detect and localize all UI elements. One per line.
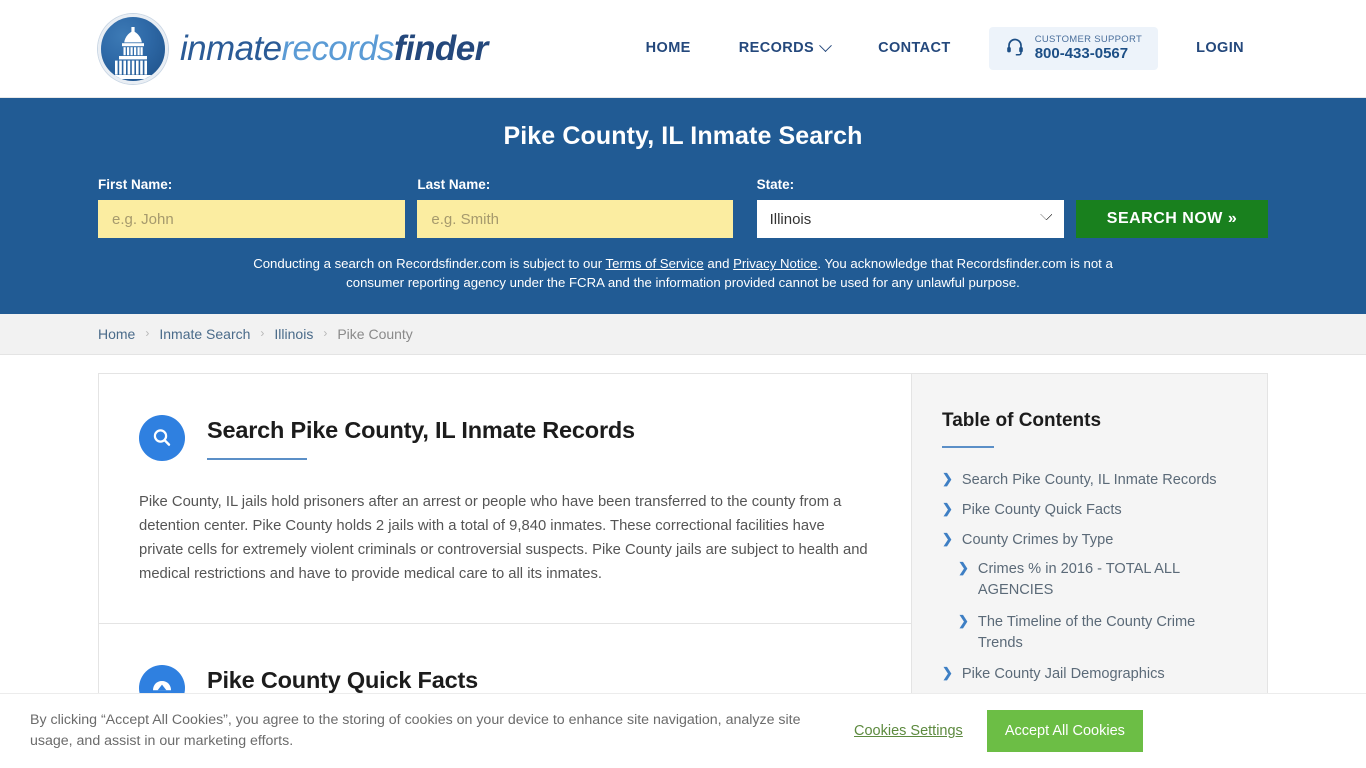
first-name-label: First Name: bbox=[98, 177, 173, 192]
section-title-wrap: Pike County Quick Facts bbox=[207, 662, 478, 694]
cookie-consent-banner: By clicking “Accept All Cookies”, you ag… bbox=[0, 693, 1366, 768]
main-content: Search Pike County, IL Inmate Records Pi… bbox=[98, 373, 911, 749]
toc-link[interactable]: Pike County Jail Demographics bbox=[962, 664, 1165, 685]
toc-link[interactable]: County Crimes by Type bbox=[962, 530, 1113, 551]
toc-link[interactable]: The Timeline of the County Crime Trends bbox=[978, 612, 1237, 653]
main-navigation: HOME RECORDS CONTACT CUSTOMER SUPPORT 80… bbox=[622, 26, 1268, 71]
toc-item[interactable]: ❯ The Timeline of the County Crime Trend… bbox=[942, 612, 1237, 653]
headset-icon bbox=[1005, 36, 1025, 61]
section-title: Search Pike County, IL Inmate Records bbox=[207, 417, 635, 444]
support-phone: 800-433-0567 bbox=[1034, 45, 1129, 63]
breadcrumb-separator: › bbox=[145, 326, 150, 341]
section-underline bbox=[207, 458, 307, 461]
nav-records[interactable]: RECORDS bbox=[715, 30, 854, 66]
toc-item[interactable]: ❯ Pike County Quick Facts bbox=[942, 500, 1237, 521]
toc-link[interactable]: Search Pike County, IL Inmate Records bbox=[962, 470, 1217, 491]
customer-support-button[interactable]: CUSTOMER SUPPORT 800-433-0567 bbox=[988, 26, 1159, 71]
chevron-right-icon: ❯ bbox=[942, 471, 953, 487]
section-title-wrap: Search Pike County, IL Inmate Records bbox=[207, 412, 635, 461]
nav-home-label: HOME bbox=[645, 40, 691, 57]
breadcrumb-separator: › bbox=[260, 326, 265, 341]
table-of-contents: Table of Contents ❯ Search Pike County, … bbox=[911, 373, 1268, 749]
inmate-search-form: First Name: Last Name: State: Illinois S… bbox=[98, 177, 1268, 238]
site-logo[interactable]: inmaterecordsfinder bbox=[98, 13, 488, 84]
nav-home[interactable]: HOME bbox=[622, 30, 715, 66]
nav-login-label: LOGIN bbox=[1196, 40, 1244, 57]
search-now-button[interactable]: SEARCH NOW » bbox=[1076, 200, 1268, 238]
breadcrumb-item-current: Pike County bbox=[337, 326, 413, 343]
chevron-right-icon: ❯ bbox=[942, 530, 953, 546]
breadcrumb-item-illinois[interactable]: Illinois bbox=[274, 326, 313, 342]
capitol-dome-icon bbox=[98, 13, 168, 84]
chevron-right-icon: ❯ bbox=[958, 560, 969, 576]
section-search-records: Search Pike County, IL Inmate Records Pi… bbox=[99, 374, 911, 623]
nav-records-label: RECORDS bbox=[738, 40, 815, 57]
section-title: Pike County Quick Facts bbox=[207, 667, 478, 694]
last-name-field-group: Last Name: bbox=[417, 177, 733, 238]
brand-part-3: finder bbox=[393, 29, 488, 68]
breadcrumb-separator: › bbox=[323, 326, 328, 341]
privacy-notice-link[interactable]: Privacy Notice bbox=[733, 256, 817, 271]
section-body-text: Pike County, IL jails hold prisoners aft… bbox=[139, 494, 868, 583]
toc-item[interactable]: ❯ Search Pike County, IL Inmate Records bbox=[942, 470, 1237, 491]
site-header: inmaterecordsfinder HOME RECORDS CONTACT bbox=[0, 0, 1366, 98]
disclaimer-pre: Conducting a search on Recordsfinder.com… bbox=[253, 256, 606, 271]
chevron-down-icon bbox=[819, 39, 832, 53]
hero-search-banner: Pike County, IL Inmate Search First Name… bbox=[0, 98, 1366, 315]
last-name-input[interactable] bbox=[417, 200, 733, 238]
magnifier-icon bbox=[139, 415, 185, 462]
support-label: CUSTOMER SUPPORT bbox=[1034, 33, 1143, 45]
state-select[interactable]: Illinois bbox=[756, 200, 1064, 238]
breadcrumb-item-home[interactable]: Home bbox=[98, 326, 135, 342]
first-name-field-group: First Name: bbox=[98, 177, 406, 238]
first-name-input[interactable] bbox=[98, 200, 406, 238]
brand-part-2: records bbox=[281, 29, 394, 68]
toc-underline bbox=[942, 446, 994, 449]
nav-contact-label: CONTACT bbox=[878, 40, 951, 57]
toc-item[interactable]: ❯ Pike County Jail Demographics bbox=[942, 664, 1237, 685]
toc-list: ❯ Search Pike County, IL Inmate Records … bbox=[942, 470, 1237, 714]
accept-all-cookies-button[interactable]: Accept All Cookies bbox=[986, 710, 1143, 752]
breadcrumb-item-inmate-search[interactable]: Inmate Search bbox=[159, 326, 250, 342]
last-name-label: Last Name: bbox=[417, 177, 491, 192]
cookies-settings-link[interactable]: Cookies Settings bbox=[854, 723, 963, 739]
breadcrumb: Home › Inmate Search › Illinois › Pike C… bbox=[0, 314, 1366, 356]
page-title: Pike County, IL Inmate Search bbox=[503, 122, 863, 150]
terms-of-service-link[interactable]: Terms of Service bbox=[606, 256, 704, 271]
search-now-label: SEARCH NOW » bbox=[1106, 210, 1238, 227]
toc-title: Table of Contents bbox=[942, 410, 1102, 432]
search-disclaimer: Conducting a search on Recordsfinder.com… bbox=[248, 254, 1118, 292]
state-label: State: bbox=[756, 177, 795, 192]
chevron-right-icon: ❯ bbox=[942, 501, 953, 516]
page-body: Search Pike County, IL Inmate Records Pi… bbox=[0, 355, 1366, 749]
toc-item[interactable]: ❯ Crimes % in 2016 - TOTAL ALL AGENCIES bbox=[942, 559, 1237, 600]
brand-wordmark: inmaterecordsfinder bbox=[180, 31, 488, 66]
toc-link[interactable]: Pike County Quick Facts bbox=[962, 500, 1122, 521]
brand-part-1: inmate bbox=[180, 29, 282, 68]
state-field-group: State: Illinois bbox=[756, 177, 1064, 238]
chevron-right-icon: ❯ bbox=[958, 612, 969, 628]
toc-link[interactable]: Crimes % in 2016 - TOTAL ALL AGENCIES bbox=[978, 559, 1237, 600]
nav-login[interactable]: LOGIN bbox=[1172, 30, 1268, 66]
toc-item[interactable]: ❯ County Crimes by Type bbox=[942, 530, 1237, 551]
nav-contact[interactable]: CONTACT bbox=[854, 30, 975, 66]
section-header: Search Pike County, IL Inmate Records bbox=[139, 412, 871, 462]
disclaimer-mid: and bbox=[703, 256, 734, 271]
cookie-consent-text: By clicking “Accept All Cookies”, you ag… bbox=[30, 711, 801, 749]
chevron-right-icon: ❯ bbox=[942, 665, 953, 681]
